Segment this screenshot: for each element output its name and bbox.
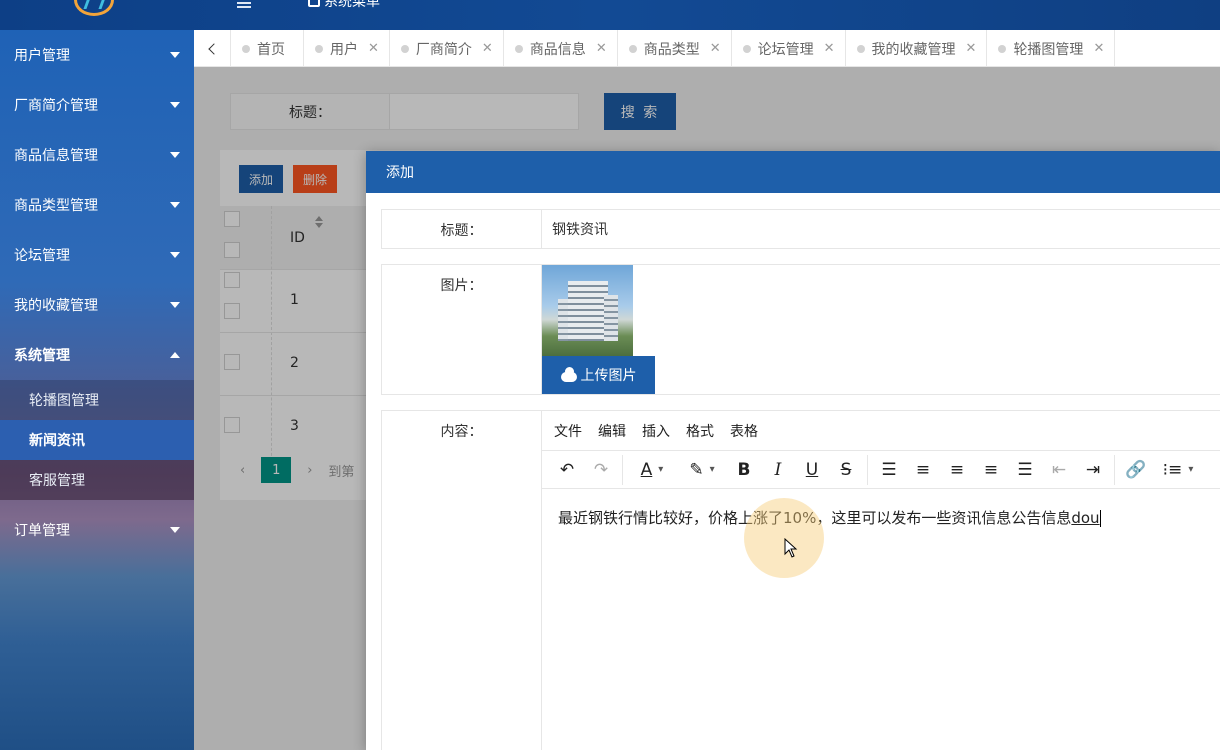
sidebar-submenu-system: 轮播图管理 新闻资讯 客服管理 <box>0 380 194 500</box>
upload-image-button[interactable]: 上传图片 <box>542 356 655 394</box>
tab-favorites[interactable]: 我的收藏管理 ✕ <box>846 30 988 67</box>
caret-down-icon <box>170 152 180 158</box>
undo-icon[interactable]: ↶ <box>550 455 584 485</box>
sidebar-item-goods-type[interactable]: 商品类型管理 <box>0 180 194 230</box>
cloud-upload-icon <box>560 366 577 382</box>
menu-edit[interactable]: 编辑 <box>598 421 626 441</box>
italic-icon[interactable]: I <box>761 455 795 485</box>
title-label: 标题： <box>382 210 542 248</box>
image-label: 图片： <box>382 265 542 394</box>
tab-bar: 首页 用户 ✕ 厂商简介 ✕ 商品信息 ✕ 商品类型 ✕ 论坛管理 ✕ 我的收藏管理 ✕ 轮… <box>194 30 1220 67</box>
underline-icon[interactable]: U <box>795 455 829 485</box>
menu-insert[interactable]: 插入 <box>642 421 670 441</box>
chevron-left-icon <box>208 42 220 55</box>
redo-icon[interactable]: ↷ <box>584 455 618 485</box>
logo-icon <box>74 0 114 16</box>
tab-dot-icon <box>628 45 637 53</box>
tab-users[interactable]: 用户 ✕ <box>304 30 390 67</box>
menu-square-icon <box>308 0 320 7</box>
indent-icon[interactable]: ⇥ <box>1076 455 1110 485</box>
caret-down-icon <box>170 302 180 308</box>
link-icon[interactable]: 🔗 <box>1119 455 1153 485</box>
tab-goods[interactable]: 商品信息 ✕ <box>504 30 618 67</box>
menu-format[interactable]: 格式 <box>686 421 714 441</box>
align-center-icon[interactable]: ≡ <box>940 455 974 485</box>
sidebar-item-vendor[interactable]: 厂商简介管理 <box>0 80 194 130</box>
tab-goods-type[interactable]: 商品类型 ✕ <box>618 30 732 67</box>
text-caret <box>1099 510 1101 527</box>
line-height-icon[interactable]: ☰ <box>872 455 906 485</box>
tab-forum[interactable]: 论坛管理 ✕ <box>732 30 846 67</box>
image-thumbnail[interactable] <box>542 265 633 356</box>
tab-dot-icon <box>742 45 751 53</box>
menu-table[interactable]: 表格 <box>730 421 758 441</box>
add-dialog: 添加 标题： 钢铁资讯 图片： 上传图片 内容： 文件 编辑 插入 格式 表格 <box>366 151 1220 750</box>
ime-composition: dou <box>1071 509 1100 527</box>
rich-text-editor: 文件 编辑 插入 格式 表格 ↶ ↷ A ▾ ✎ ▾ B I U S ☰ ≡ ≡ ≡ <box>542 411 1220 750</box>
menu-file[interactable]: 文件 <box>554 421 582 441</box>
sidebar: 用户管理 厂商简介管理 商品信息管理 商品类型管理 论坛管理 我的收藏管理 系统… <box>0 30 194 750</box>
top-header: 系统菜单 <box>0 0 1220 30</box>
sidebar-item-goods[interactable]: 商品信息管理 <box>0 130 194 180</box>
align-justify-icon[interactable]: ☰ <box>1008 455 1042 485</box>
editor-menubar: 文件 编辑 插入 格式 表格 <box>542 411 1220 451</box>
tab-dot-icon <box>998 45 1007 53</box>
bold-icon[interactable]: B <box>727 455 761 485</box>
close-icon[interactable]: ✕ <box>1093 41 1104 56</box>
caret-down-icon <box>170 252 180 258</box>
strikethrough-icon[interactable]: S <box>829 455 863 485</box>
outdent-icon[interactable]: ⇤ <box>1042 455 1076 485</box>
close-icon[interactable]: ✕ <box>966 41 977 56</box>
form-row-image: 图片： 上传图片 <box>381 264 1220 395</box>
editor-toolbar: ↶ ↷ A ▾ ✎ ▾ B I U S ☰ ≡ ≡ ≡ ☰ ⇤ ⇥ 🔗 ⁝≡ ▾ <box>542 451 1220 489</box>
align-left-icon[interactable]: ≡ <box>906 455 940 485</box>
tab-dot-icon <box>242 45 250 53</box>
text-color-icon[interactable]: A ▾ <box>627 455 677 485</box>
sidebar-subitem-news[interactable]: 新闻资讯 <box>0 420 194 460</box>
menu-toggle-icon[interactable] <box>237 2 251 8</box>
tab-dot-icon <box>514 45 523 53</box>
tab-dot-icon <box>400 45 409 53</box>
mouse-pointer-icon <box>784 538 798 558</box>
tab-dot-icon <box>315 45 323 53</box>
caret-up-icon <box>170 352 180 358</box>
caret-down-icon <box>170 102 180 108</box>
sidebar-item-orders[interactable]: 订单管理 <box>0 505 194 555</box>
sidebar-subitem-banner[interactable]: 轮播图管理 <box>0 380 194 420</box>
close-icon[interactable]: ✕ <box>596 41 607 56</box>
dialog-title: 添加 <box>366 151 1220 193</box>
content-label: 内容： <box>382 411 542 750</box>
tab-vendor[interactable]: 厂商简介 ✕ <box>390 30 504 67</box>
bullet-list-icon[interactable]: ⁝≡ ▾ <box>1153 455 1203 485</box>
close-icon[interactable]: ✕ <box>368 41 379 56</box>
caret-down-icon <box>170 202 180 208</box>
form-row-title: 标题： 钢铁资讯 <box>381 209 1220 249</box>
close-icon[interactable]: ✕ <box>482 41 493 56</box>
align-right-icon[interactable]: ≡ <box>974 455 1008 485</box>
close-icon[interactable]: ✕ <box>710 41 721 56</box>
title-input[interactable]: 钢铁资讯 <box>542 210 1220 248</box>
highlight-icon[interactable]: ✎ ▾ <box>677 455 727 485</box>
tabs-scroll-left-button[interactable] <box>194 30 231 67</box>
system-menu-title: 系统菜单 <box>308 0 380 11</box>
sidebar-item-system[interactable]: 系统管理 <box>0 330 194 380</box>
tab-banner[interactable]: 轮播图管理 ✕ <box>987 30 1116 67</box>
caret-down-icon <box>170 52 180 58</box>
sidebar-item-users[interactable]: 用户管理 <box>0 30 194 80</box>
form-row-content: 内容： 文件 编辑 插入 格式 表格 ↶ ↷ A▾ ✎▾ B I U S ☰ <box>381 410 1220 750</box>
sidebar-item-favorites[interactable]: 我的收藏管理 <box>0 280 194 330</box>
sidebar-subitem-service[interactable]: 客服管理 <box>0 460 194 500</box>
tab-home[interactable]: 首页 <box>231 30 304 67</box>
editor-content[interactable]: 最近钢铁行情比较好，价格上涨了10%，这里可以发布一些资讯信息公告信息dou <box>542 489 1220 546</box>
sidebar-item-forum[interactable]: 论坛管理 <box>0 230 194 280</box>
caret-down-icon <box>170 527 180 533</box>
close-icon[interactable]: ✕ <box>824 41 835 56</box>
tab-dot-icon <box>856 45 865 53</box>
